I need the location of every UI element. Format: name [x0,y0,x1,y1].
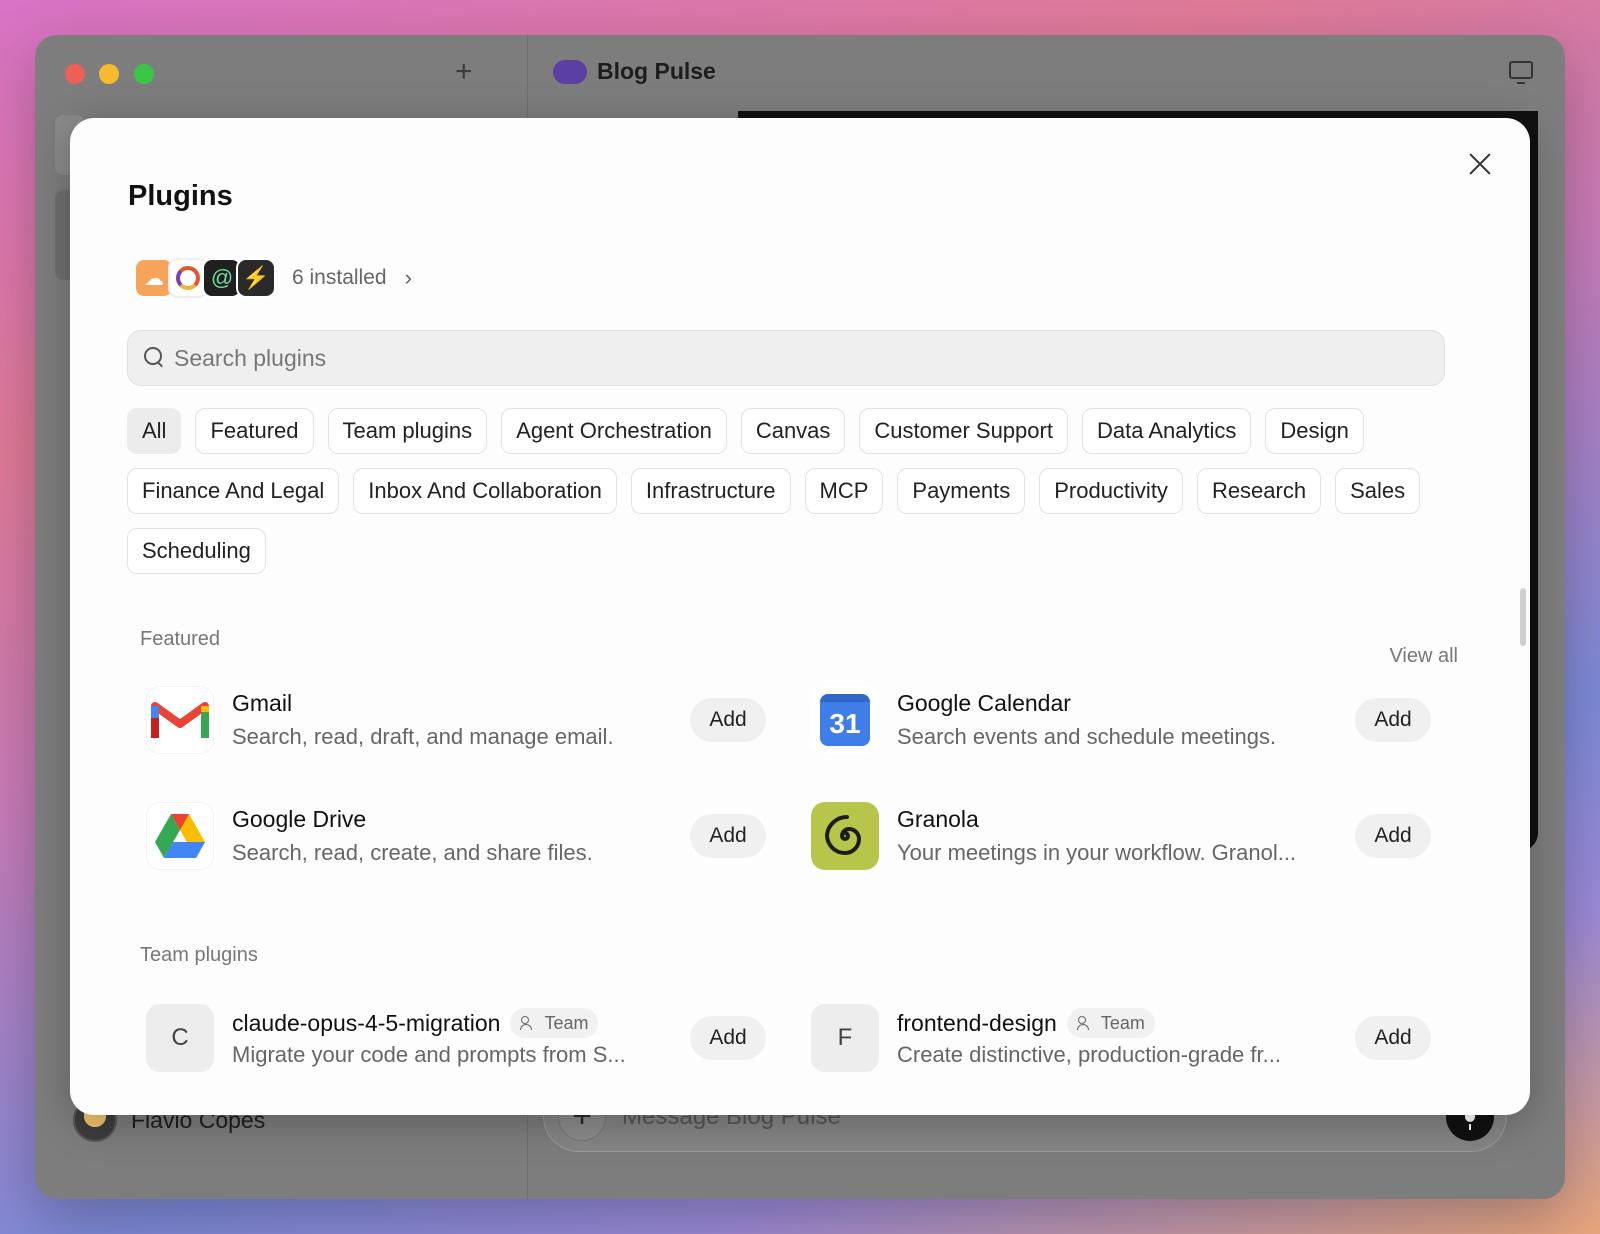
google-calendar-icon: 31 [811,686,879,754]
people-icon [1076,1016,1095,1030]
category-chip-data-analytics[interactable]: Data Analytics [1081,408,1252,454]
plugin-name: Gmail [232,690,293,716]
category-chip-research[interactable]: Research [1196,468,1322,514]
featured-section-label: Featured [140,628,221,650]
category-chip-finance-and-legal[interactable]: Finance And Legal [127,468,340,514]
category-chip-sales[interactable]: Sales [1335,468,1421,514]
category-chip-design[interactable]: Design [1265,408,1364,454]
zoom-window-button[interactable] [134,64,154,84]
plugin-description: Search, read, create, and share files. [232,840,593,865]
plugin-description: Search, read, draft, and manage email. [232,724,614,749]
add-granola-button[interactable]: Add [1355,814,1431,858]
people-icon [520,1016,538,1030]
monitor-icon[interactable] [1509,61,1533,84]
plugin-card-frontend-design: F frontend-design Team Create distinctiv… [811,1000,1431,1076]
plugin-name: frontend-design Team [897,1008,1155,1038]
category-chip-team-plugins[interactable]: Team plugins [327,408,488,454]
category-chip-mcp[interactable]: MCP [804,468,884,514]
title-bar: + Blog Pulse [35,35,1565,111]
add-frontend-design-button[interactable]: Add [1355,1016,1431,1060]
plugin-card-granola: Granola Your meetings in your workflow. … [811,798,1431,874]
plugin-letter-icon: F [811,1004,879,1072]
category-filters: All Featured Team plugins Agent Orchestrati… [127,408,1467,574]
chevron-right-icon: › [404,265,412,290]
plugin-description: Create distinctive, production-grade fr.… [897,1042,1281,1067]
plugin-card-google-calendar: 31 Google Calendar Search events and sch… [811,682,1431,758]
project-icon [553,59,587,84]
add-gmail-button[interactable]: Add [690,698,766,742]
granola-icon [811,802,879,870]
add-google-drive-button[interactable]: Add [690,814,766,858]
category-chip-canvas[interactable]: Canvas [740,408,846,454]
team-plugins-section-label: Team plugins [140,944,258,966]
search-icon [144,347,164,367]
plugin-description: Migrate your code and prompts from S... [232,1042,626,1067]
plugin-name: claude-opus-4-5-migration Team [232,1008,599,1038]
plugin-name: Google Drive [232,806,367,832]
search-box[interactable] [127,330,1445,386]
plugin-description: Search events and schedule meetings. [897,724,1277,749]
category-chip-payments[interactable]: Payments [897,468,1026,514]
search-input[interactable] [174,331,1434,385]
add-claude-opus-migration-button[interactable]: Add [690,1016,766,1060]
category-chip-inbox-and-collaboration[interactable]: Inbox And Collaboration [353,468,617,514]
plugin-card-google-drive: Google Drive Search, read, create, and s… [146,798,766,874]
team-badge: Team [1066,1008,1155,1038]
team-badge: Team [510,1008,599,1038]
category-chip-customer-support[interactable]: Customer Support [859,408,1068,454]
modal-title: Plugins [128,180,233,212]
window-title-text: Blog Pulse [597,58,716,84]
bolt-icon: ⚡ [236,258,276,298]
plugin-letter-icon: C [146,1004,214,1072]
google-drive-icon [146,802,214,870]
category-chip-scheduling[interactable]: Scheduling [127,528,266,574]
installed-count: 6 installed [292,266,387,289]
category-chip-featured[interactable]: Featured [195,408,314,454]
scrollbar[interactable] [1520,588,1526,646]
add-google-calendar-button[interactable]: Add [1355,698,1431,742]
plugin-card-claude-opus-4-5-migration: C claude-opus-4-5-migration Team Migrate… [146,1000,766,1076]
category-chip-infrastructure[interactable]: Infrastructure [630,468,791,514]
category-chip-all[interactable]: All [127,408,182,454]
window-title: Blog Pulse [553,58,716,85]
plugin-description: Your meetings in your workflow. Granol..… [897,840,1297,865]
close-icon[interactable] [1464,148,1496,180]
category-chip-productivity[interactable]: Productivity [1039,468,1183,514]
minimize-window-button[interactable] [99,64,119,84]
gmail-icon [146,686,214,754]
view-all-link[interactable]: View all [1389,645,1458,668]
plugins-modal: Plugins ☁ @ ⚡ 6 installed › All Featured T… [70,118,1530,1115]
category-chip-agent-orchestration[interactable]: Agent Orchestration [501,408,727,454]
plugin-name: Google Calendar [897,690,1071,716]
plugin-name: Granola [897,806,979,832]
new-chat-icon[interactable]: + [455,55,473,89]
installed-plugins-link[interactable]: ☁ @ ⚡ 6 installed › [134,258,412,298]
plugin-card-gmail: Gmail Search, read, draft, and manage em… [146,682,766,758]
close-window-button[interactable] [65,64,85,84]
